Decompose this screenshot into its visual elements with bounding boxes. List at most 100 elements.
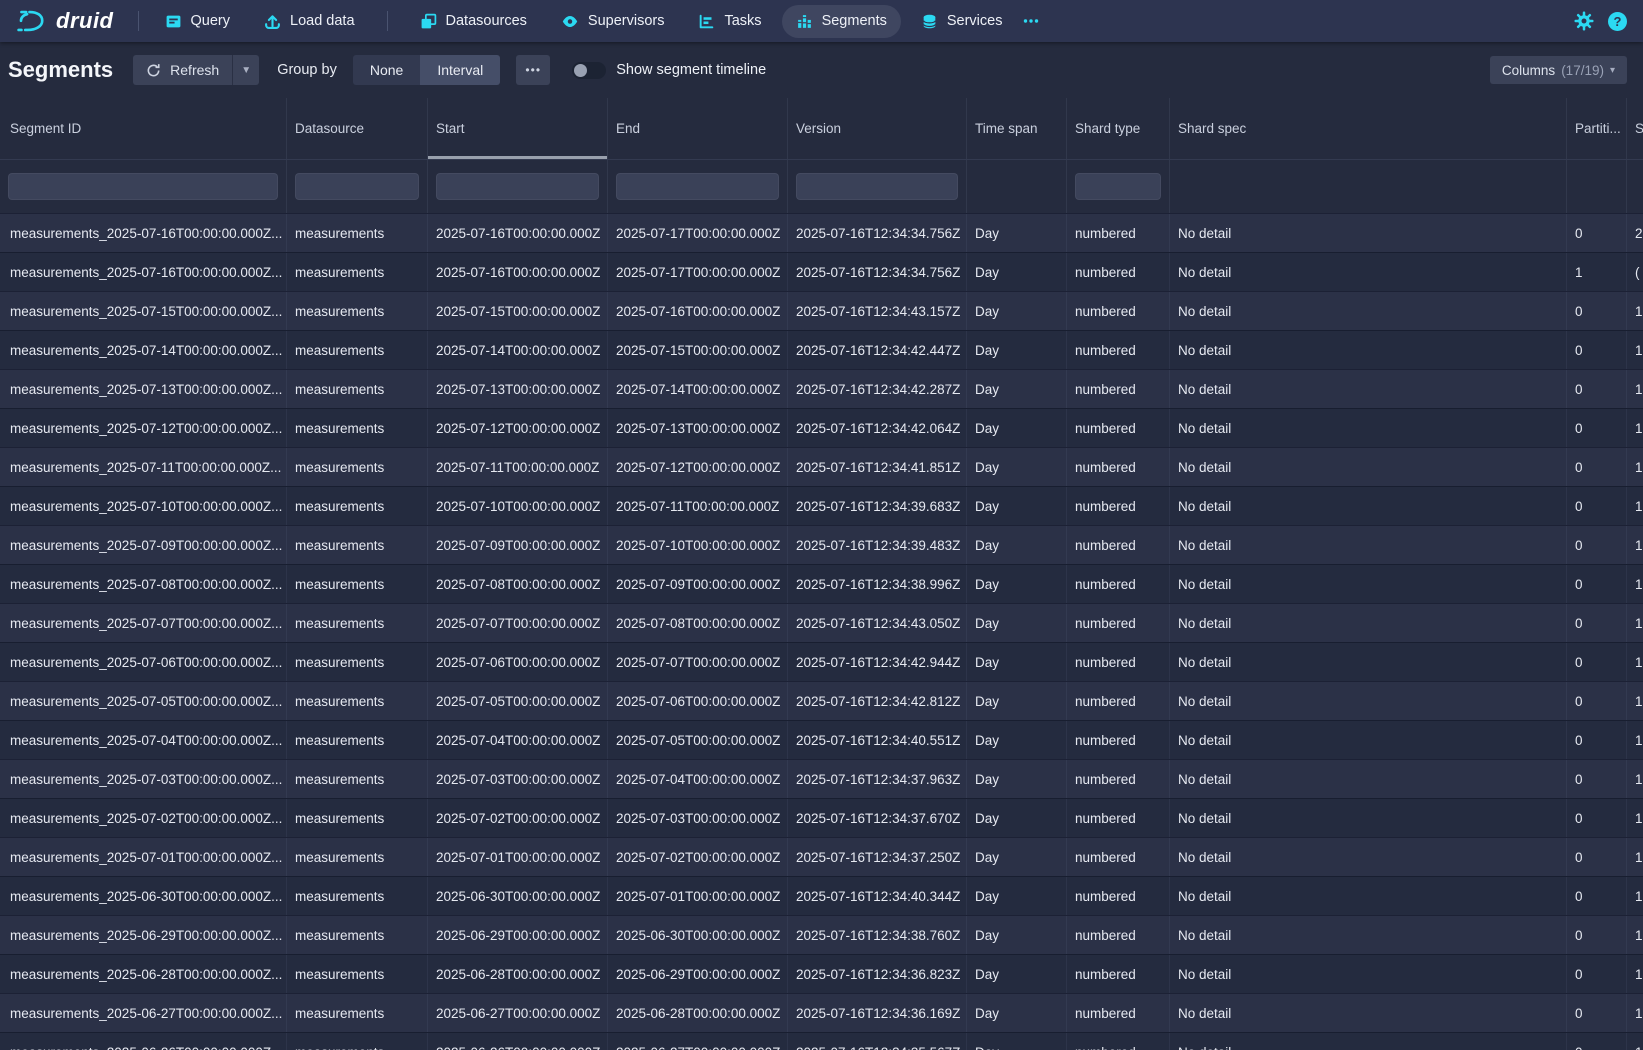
cell-datasource[interactable]: measurements: [287, 487, 428, 525]
cell-shard-spec[interactable]: No detail: [1170, 877, 1567, 915]
cell-datasource[interactable]: measurements: [287, 565, 428, 603]
cell-time-span[interactable]: Day: [967, 253, 1067, 291]
nav-item-supervisors[interactable]: Supervisors: [547, 5, 679, 38]
cell-s[interactable]: 1: [1627, 448, 1643, 486]
filter-input-segment-id[interactable]: [8, 173, 278, 200]
cell-version[interactable]: 2025-07-16T12:34:42.944Z: [788, 643, 967, 681]
cell-time-span[interactable]: Day: [967, 292, 1067, 330]
cell-start[interactable]: 2025-07-08T00:00:00.000Z: [428, 565, 608, 603]
cell-shard-type[interactable]: numbered: [1067, 409, 1170, 447]
cell-s[interactable]: 1: [1627, 526, 1643, 564]
cell-datasource[interactable]: measurements: [287, 214, 428, 252]
cell-version[interactable]: 2025-07-16T12:34:37.963Z: [788, 760, 967, 798]
cell-segment-id[interactable]: measurements_2025-07-07T00:00:00.000Z...: [0, 604, 287, 642]
cell-version[interactable]: 2025-07-16T12:34:35.567Z: [788, 1033, 967, 1050]
cell-partiti[interactable]: 0: [1567, 448, 1627, 486]
cell-shard-type[interactable]: numbered: [1067, 1033, 1170, 1050]
cell-version[interactable]: 2025-07-16T12:34:38.760Z: [788, 916, 967, 954]
cell-end[interactable]: 2025-07-15T00:00:00.000Z: [608, 331, 788, 369]
cell-segment-id[interactable]: measurements_2025-06-28T00:00:00.000Z...: [0, 955, 287, 993]
cell-start[interactable]: 2025-07-11T00:00:00.000Z: [428, 448, 608, 486]
cell-shard-spec[interactable]: No detail: [1170, 292, 1567, 330]
cell-shard-spec[interactable]: No detail: [1170, 448, 1567, 486]
cell-end[interactable]: 2025-07-16T00:00:00.000Z: [608, 292, 788, 330]
cell-partiti[interactable]: 0: [1567, 877, 1627, 915]
nav-item-tasks[interactable]: Tasks: [684, 5, 775, 38]
nav-more-button[interactable]: [1016, 5, 1046, 37]
filter-input-shard-type[interactable]: [1075, 173, 1161, 200]
cell-start[interactable]: 2025-07-09T00:00:00.000Z: [428, 526, 608, 564]
cell-shard-type[interactable]: numbered: [1067, 760, 1170, 798]
cell-partiti[interactable]: 1: [1567, 253, 1627, 291]
cell-datasource[interactable]: measurements: [287, 994, 428, 1032]
cell-partiti[interactable]: 0: [1567, 565, 1627, 603]
cell-end[interactable]: 2025-07-04T00:00:00.000Z: [608, 760, 788, 798]
cell-s[interactable]: 1: [1627, 604, 1643, 642]
cell-segment-id[interactable]: measurements_2025-07-14T00:00:00.000Z...: [0, 331, 287, 369]
cell-version[interactable]: 2025-07-16T12:34:40.551Z: [788, 721, 967, 759]
column-header-time-span[interactable]: Time span: [967, 98, 1067, 159]
cell-start[interactable]: 2025-07-16T00:00:00.000Z: [428, 253, 608, 291]
cell-shard-spec[interactable]: No detail: [1170, 760, 1567, 798]
group-by-option-interval[interactable]: Interval: [420, 55, 500, 85]
cell-partiti[interactable]: 0: [1567, 916, 1627, 954]
cell-time-span[interactable]: Day: [967, 604, 1067, 642]
cell-segment-id[interactable]: measurements_2025-07-16T00:00:00.000Z...: [0, 214, 287, 252]
cell-time-span[interactable]: Day: [967, 370, 1067, 408]
cell-partiti[interactable]: 0: [1567, 292, 1627, 330]
cell-version[interactable]: 2025-07-16T12:34:37.670Z: [788, 799, 967, 837]
cell-start[interactable]: 2025-07-10T00:00:00.000Z: [428, 487, 608, 525]
cell-datasource[interactable]: measurements: [287, 643, 428, 681]
cell-start[interactable]: 2025-07-03T00:00:00.000Z: [428, 760, 608, 798]
cell-time-span[interactable]: Day: [967, 214, 1067, 252]
help-icon[interactable]: ?: [1608, 12, 1627, 31]
druid-logo[interactable]: druid: [12, 4, 114, 38]
cell-datasource[interactable]: measurements: [287, 955, 428, 993]
cell-datasource[interactable]: measurements: [287, 1033, 428, 1050]
cell-version[interactable]: 2025-07-16T12:34:37.250Z: [788, 838, 967, 876]
cell-segment-id[interactable]: measurements_2025-07-16T00:00:00.000Z...: [0, 253, 287, 291]
cell-start[interactable]: 2025-07-04T00:00:00.000Z: [428, 721, 608, 759]
cell-version[interactable]: 2025-07-16T12:34:39.483Z: [788, 526, 967, 564]
cell-partiti[interactable]: 0: [1567, 604, 1627, 642]
cell-partiti[interactable]: 0: [1567, 838, 1627, 876]
cell-end[interactable]: 2025-07-11T00:00:00.000Z: [608, 487, 788, 525]
cell-version[interactable]: 2025-07-16T12:34:42.287Z: [788, 370, 967, 408]
cell-time-span[interactable]: Day: [967, 409, 1067, 447]
cell-s[interactable]: 1: [1627, 643, 1643, 681]
cell-datasource[interactable]: measurements: [287, 448, 428, 486]
cell-shard-spec[interactable]: No detail: [1170, 1033, 1567, 1050]
cell-s[interactable]: 1: [1627, 409, 1643, 447]
cell-shard-type[interactable]: numbered: [1067, 643, 1170, 681]
nav-item-query[interactable]: Query: [151, 5, 245, 38]
cell-partiti[interactable]: 0: [1567, 526, 1627, 564]
cell-end[interactable]: 2025-07-14T00:00:00.000Z: [608, 370, 788, 408]
toolbar-more-button[interactable]: •••: [516, 55, 550, 85]
cell-shard-spec[interactable]: No detail: [1170, 526, 1567, 564]
cell-partiti[interactable]: 0: [1567, 760, 1627, 798]
cell-shard-type[interactable]: numbered: [1067, 994, 1170, 1032]
cell-datasource[interactable]: measurements: [287, 877, 428, 915]
cell-shard-type[interactable]: numbered: [1067, 370, 1170, 408]
cell-end[interactable]: 2025-07-13T00:00:00.000Z: [608, 409, 788, 447]
cell-s[interactable]: 1: [1627, 760, 1643, 798]
cell-time-span[interactable]: Day: [967, 994, 1067, 1032]
filter-input-start[interactable]: [436, 173, 599, 200]
cell-datasource[interactable]: measurements: [287, 331, 428, 369]
cell-start[interactable]: 2025-07-05T00:00:00.000Z: [428, 682, 608, 720]
cell-shard-type[interactable]: numbered: [1067, 526, 1170, 564]
cell-start[interactable]: 2025-07-13T00:00:00.000Z: [428, 370, 608, 408]
cell-version[interactable]: 2025-07-16T12:34:43.050Z: [788, 604, 967, 642]
column-header-partiti[interactable]: Partiti...: [1567, 98, 1627, 159]
cell-version[interactable]: 2025-07-16T12:34:42.812Z: [788, 682, 967, 720]
nav-item-datasources[interactable]: Datasources: [406, 5, 541, 38]
cell-partiti[interactable]: 0: [1567, 487, 1627, 525]
cell-shard-type[interactable]: numbered: [1067, 682, 1170, 720]
cell-partiti[interactable]: 0: [1567, 409, 1627, 447]
cell-datasource[interactable]: measurements: [287, 838, 428, 876]
filter-input-datasource[interactable]: [295, 173, 419, 200]
cell-end[interactable]: 2025-07-17T00:00:00.000Z: [608, 253, 788, 291]
cell-segment-id[interactable]: measurements_2025-07-08T00:00:00.000Z...: [0, 565, 287, 603]
cell-shard-spec[interactable]: No detail: [1170, 565, 1567, 603]
cell-end[interactable]: 2025-06-27T00:00:00.000Z: [608, 1033, 788, 1050]
